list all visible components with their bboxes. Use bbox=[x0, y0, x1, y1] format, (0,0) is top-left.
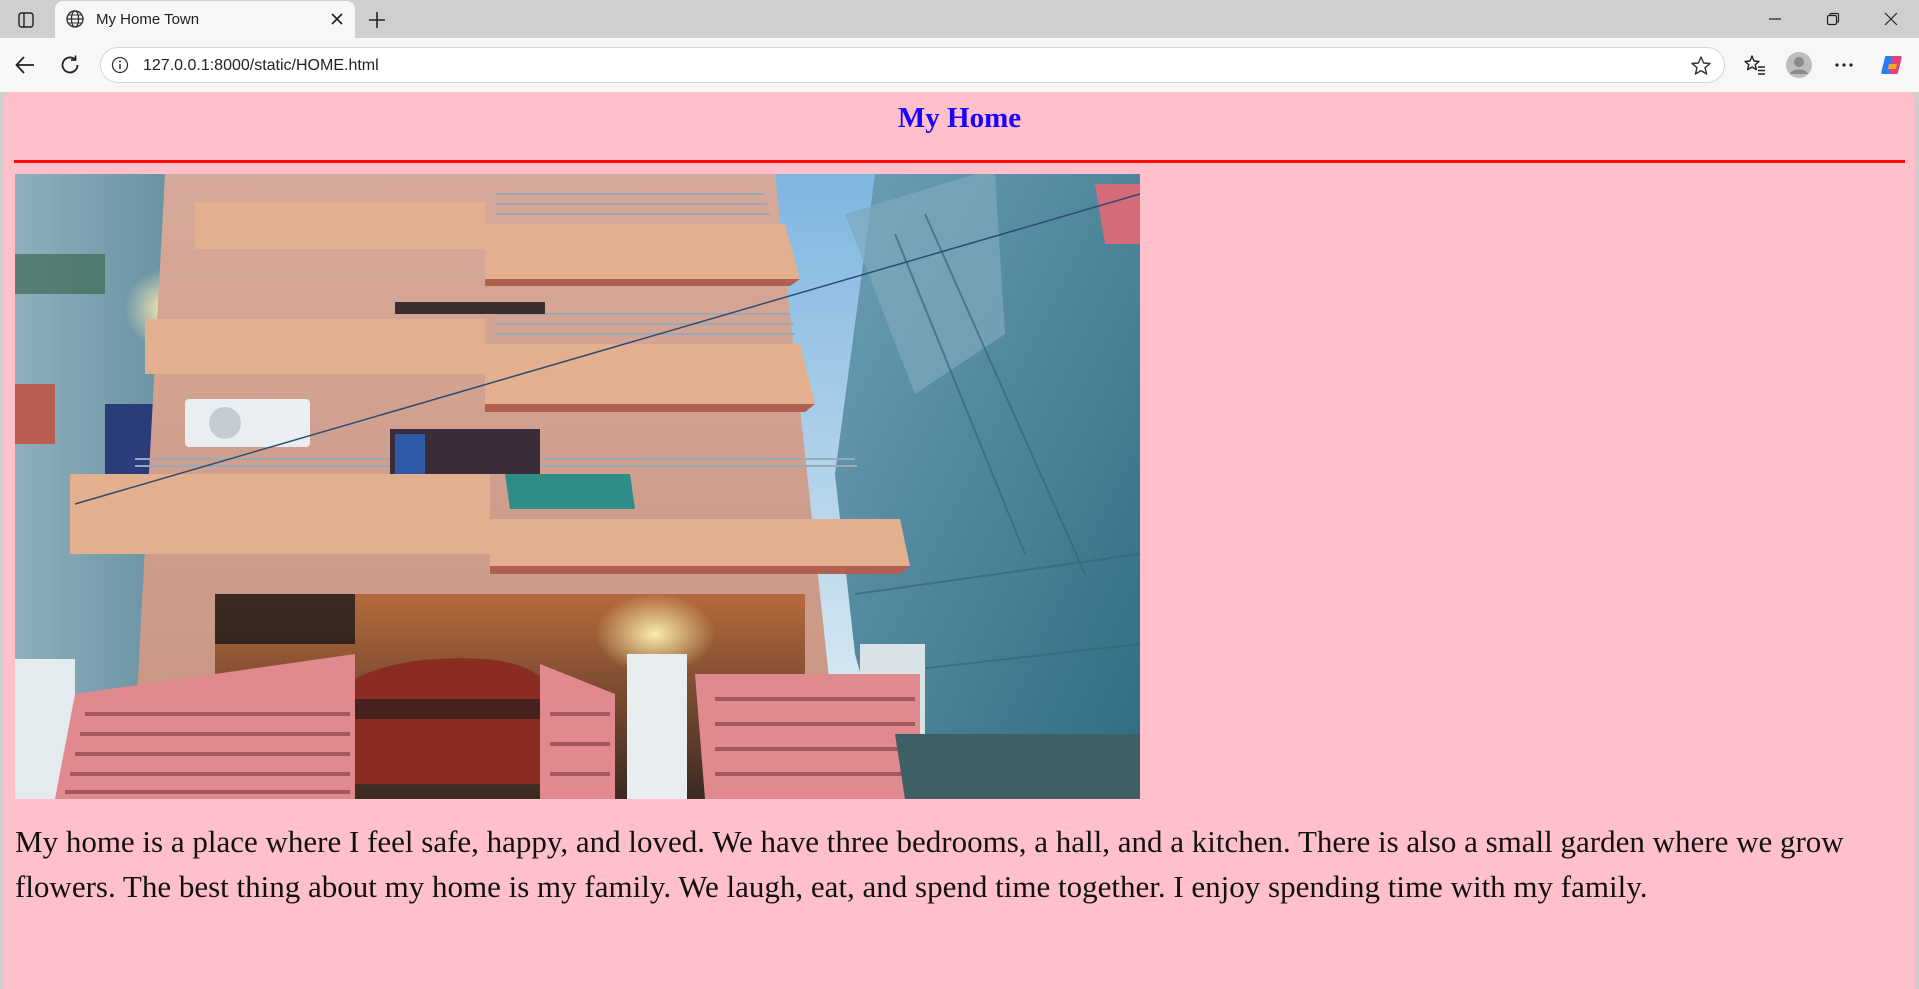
horizontal-rule bbox=[14, 160, 1905, 163]
body-paragraph: My home is a place where I feel safe, ha… bbox=[15, 824, 1844, 904]
minimize-icon[interactable] bbox=[1752, 0, 1798, 38]
info-icon[interactable] bbox=[111, 56, 129, 74]
tab-actions-icon[interactable] bbox=[8, 6, 44, 34]
close-icon[interactable] bbox=[327, 9, 347, 29]
more-icon[interactable] bbox=[1827, 48, 1861, 82]
favorites-icon[interactable] bbox=[1738, 48, 1772, 82]
page-title: My Home bbox=[897, 102, 1022, 134]
browser-toolbar: 127.0.0.1:8000/static/HOME.html bbox=[0, 38, 1919, 92]
house-photo bbox=[15, 174, 1140, 799]
tab-title: My Home Town bbox=[96, 11, 200, 28]
globe-icon bbox=[65, 9, 85, 29]
refresh-icon[interactable] bbox=[53, 48, 87, 82]
plus-icon[interactable] bbox=[362, 5, 392, 35]
copilot-icon[interactable] bbox=[1876, 48, 1910, 82]
address-bar[interactable]: 127.0.0.1:8000/static/HOME.html bbox=[100, 47, 1725, 83]
page-viewport: My Home My home is a place where I feel … bbox=[4, 92, 1915, 989]
browser-tab[interactable]: My Home Town bbox=[55, 1, 355, 38]
avatar-icon[interactable] bbox=[1782, 48, 1816, 82]
restore-icon[interactable] bbox=[1810, 0, 1856, 38]
window-close-icon[interactable] bbox=[1868, 0, 1914, 38]
tab-strip: My Home Town bbox=[0, 0, 1919, 38]
back-arrow-icon[interactable] bbox=[8, 48, 42, 82]
star-icon[interactable] bbox=[1690, 55, 1712, 77]
url-text[interactable]: 127.0.0.1:8000/static/HOME.html bbox=[143, 57, 379, 75]
